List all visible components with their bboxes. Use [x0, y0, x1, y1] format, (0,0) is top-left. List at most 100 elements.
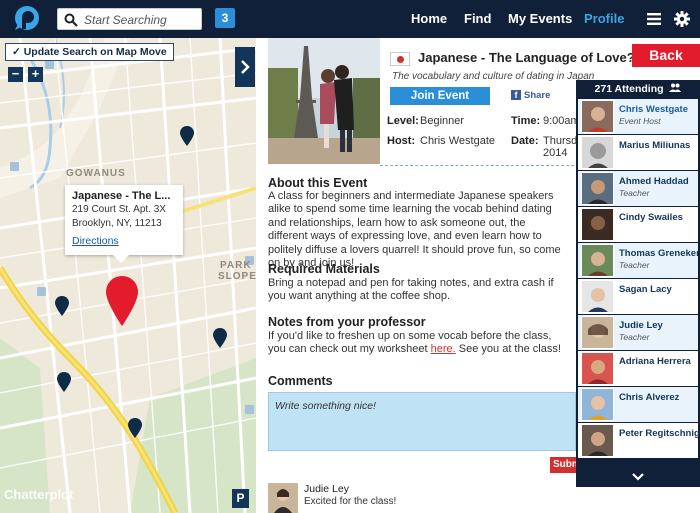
attendee-name: Cindy Swailes — [619, 212, 683, 223]
selected-map-marker-icon[interactable] — [106, 276, 138, 326]
notes-text: If you'd like to freshen up on some voca… — [268, 330, 568, 357]
attendee-name: Chris Alverez — [619, 392, 680, 403]
search-result-count-badge[interactable]: 3 — [215, 8, 235, 28]
attendee-role: Teacher — [619, 332, 650, 342]
chatterplot-logo-icon[interactable] — [9, 4, 41, 34]
attendee-name: Peter Regitschnig — [619, 428, 700, 439]
chevron-right-icon — [241, 60, 250, 74]
search-box — [57, 8, 202, 30]
people-icon — [669, 83, 682, 92]
attendee-name: Chris Westgate — [619, 104, 688, 115]
map-panel[interactable]: ✓ Update Search on Map Move − + GOWANUS … — [0, 38, 256, 513]
notes-heading: Notes from your professor — [268, 315, 426, 329]
worksheet-link[interactable]: here. — [431, 343, 456, 355]
map-marker-icon[interactable] — [128, 418, 142, 438]
avatar — [581, 136, 614, 169]
avatar — [581, 244, 614, 277]
attending-count: 271 Attending — [594, 83, 664, 95]
attendee-name: Judie Ley — [619, 320, 663, 331]
avatar — [581, 388, 614, 421]
nav-find[interactable]: Find — [464, 0, 491, 38]
materials-text: Bring a notepad and pen for taking notes… — [268, 277, 554, 303]
map-marker-icon[interactable] — [180, 126, 194, 146]
attendee-item[interactable]: Ahmed Haddad Teacher — [578, 171, 698, 206]
map-label-gowanus: GOWANUS — [66, 168, 126, 179]
map-marker-icon[interactable] — [57, 372, 71, 392]
host-value[interactable]: Chris Westgate — [420, 135, 495, 147]
attendee-item[interactable]: Cindy Swailes — [578, 207, 698, 242]
attendee-name: Thomas Greneker — [619, 248, 700, 259]
join-event-button[interactable]: Join Event — [390, 87, 490, 105]
event-subtitle: The vocabulary and culture of dating in … — [392, 71, 595, 82]
japan-flag-icon — [390, 52, 410, 66]
avatar — [581, 280, 614, 313]
time-label: Time: — [511, 115, 541, 127]
nav-profile[interactable]: Profile — [584, 0, 624, 38]
update-search-on-map-move-checkbox[interactable]: ✓ Update Search on Map Move — [5, 43, 174, 61]
nav-home[interactable]: Home — [411, 0, 447, 38]
collapse-map-button[interactable] — [235, 47, 255, 87]
attendee-item[interactable]: Thomas Greneker Teacher — [578, 243, 700, 278]
level-label: Level: — [387, 115, 419, 127]
submit-comment-button[interactable]: Submit — [550, 457, 576, 473]
search-icon — [64, 13, 78, 27]
attendee-name: Marius Miliunas — [619, 140, 691, 151]
time-value: 9:00am — [543, 115, 580, 127]
attendee-name: Ahmed Haddad — [619, 176, 689, 187]
host-label: Host: — [387, 135, 416, 147]
date-label: Date: — [511, 135, 539, 147]
directions-link[interactable]: Directions — [72, 235, 176, 247]
notes-text-after: See you at the class! — [458, 343, 561, 356]
hamburger-menu-icon[interactable] — [647, 12, 661, 26]
about-text: A class for beginners and intermediate J… — [268, 190, 561, 270]
map-label-park: PARK — [220, 260, 252, 271]
nav-my-events[interactable]: My Events — [508, 0, 572, 38]
level-value: Beginner — [420, 115, 465, 127]
comment-input[interactable] — [269, 393, 575, 450]
attendee-item[interactable]: Judie Ley Teacher — [578, 315, 698, 350]
attendee-item[interactable]: Chris Alverez — [578, 387, 698, 422]
comment-author[interactable]: Judie Ley — [304, 483, 349, 495]
chevron-down-icon[interactable] — [632, 472, 644, 482]
attendee-item[interactable]: Adriana Herrera — [578, 351, 698, 386]
attendee-role: Teacher — [619, 188, 650, 198]
popup-address-line1: 219 Court St. Apt. 3X — [72, 204, 166, 215]
event-photo-image — [268, 38, 380, 164]
facebook-share-button[interactable]: f Share — [511, 90, 550, 101]
search-input[interactable] — [84, 11, 199, 28]
attendee-item[interactable]: Sagan Lacy — [578, 279, 698, 314]
chatterplot-watermark: Chatterplot — [4, 487, 74, 502]
attendee-item[interactable]: Chris Westgate Event Host — [578, 99, 698, 134]
event-title: Japanese - The Language of Love??? — [418, 50, 651, 65]
attendee-role: Event Host — [619, 116, 661, 126]
popup-address-line2: Brooklyn, NY, 11213 — [72, 218, 162, 229]
pinterest-button[interactable]: P — [232, 489, 249, 508]
comment-box — [268, 392, 576, 451]
map-marker-icon[interactable] — [213, 328, 227, 348]
attendee-item[interactable]: Marius Miliunas — [578, 135, 698, 170]
gear-icon[interactable] — [674, 11, 690, 27]
date-value-line2: 2014 — [543, 147, 568, 159]
zoom-out-button[interactable]: − — [8, 67, 23, 82]
avatar — [581, 100, 614, 133]
map-marker-icon[interactable] — [55, 296, 69, 316]
attendee-role: Teacher — [619, 260, 650, 270]
back-button[interactable]: Back — [632, 44, 700, 67]
avatar — [581, 424, 614, 457]
attendees-header: 271 Attending — [576, 80, 700, 98]
facebook-icon: f — [511, 90, 521, 100]
attendee-name: Sagan Lacy — [619, 284, 672, 295]
attendees-panel: 271 Attending Chris Westgate Event Host … — [576, 80, 700, 487]
avatar — [581, 316, 614, 349]
zoom-in-button[interactable]: + — [28, 67, 43, 82]
about-heading: About this Event — [268, 176, 368, 190]
attendee-item[interactable]: Peter Regitschnig — [578, 423, 700, 458]
avatar[interactable] — [268, 483, 298, 513]
popup-title[interactable]: Japanese - The L... — [72, 190, 176, 202]
share-label: Share — [524, 90, 551, 101]
map-popup: Japanese - The L... 219 Court St. Apt. 3… — [65, 185, 183, 263]
comments-heading: Comments — [268, 374, 333, 388]
avatar — [581, 352, 614, 385]
materials-heading: Required Materials — [268, 262, 380, 276]
comment-text: Excited for the class! — [304, 496, 397, 507]
